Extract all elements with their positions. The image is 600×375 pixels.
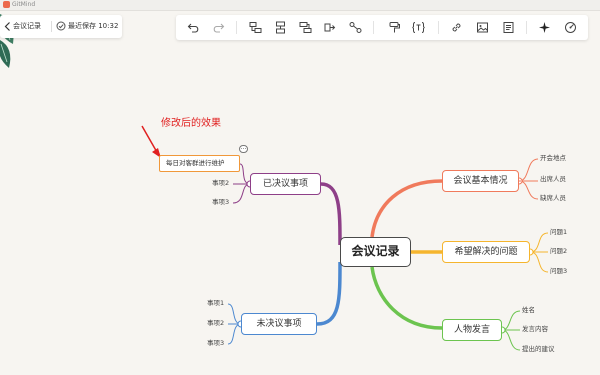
- leaf-node[interactable]: 事项3: [207, 339, 224, 348]
- branch-node-basic-info[interactable]: 会议基本情况: [442, 170, 519, 192]
- more-options-icon[interactable]: ...: [239, 145, 248, 153]
- leaf-node[interactable]: 问题1: [550, 228, 567, 237]
- branch-node-unresolved[interactable]: 未决议事项: [241, 313, 317, 335]
- leaf-node[interactable]: 缺席人员: [540, 194, 566, 203]
- selected-node[interactable]: 每日对客群进行维护: [159, 155, 240, 172]
- leaf-node[interactable]: 姓名: [522, 306, 535, 315]
- root-node[interactable]: 会议记录: [340, 237, 411, 267]
- leaf-node[interactable]: 事项2: [207, 319, 224, 328]
- leaf-node[interactable]: 事项1: [207, 299, 224, 308]
- leaf-node[interactable]: 问题2: [550, 247, 567, 256]
- leaf-node[interactable]: 开会地点: [540, 154, 566, 163]
- leaf-node[interactable]: 发言内容: [522, 325, 548, 334]
- leaf-node[interactable]: 事项3: [212, 198, 229, 207]
- branch-node-problems[interactable]: 希望解决的问题: [442, 241, 530, 263]
- leaf-node[interactable]: 问题3: [550, 267, 567, 276]
- leaf-node[interactable]: 出席人员: [540, 175, 566, 184]
- branch-node-resolved[interactable]: 已决议事项: [250, 173, 321, 195]
- annotation-text: 修改后的效果: [161, 118, 221, 129]
- leaf-node[interactable]: 事项2: [212, 179, 229, 188]
- branch-node-speeches[interactable]: 人物发言: [442, 319, 502, 341]
- leaf-node[interactable]: 提出的建议: [522, 345, 555, 354]
